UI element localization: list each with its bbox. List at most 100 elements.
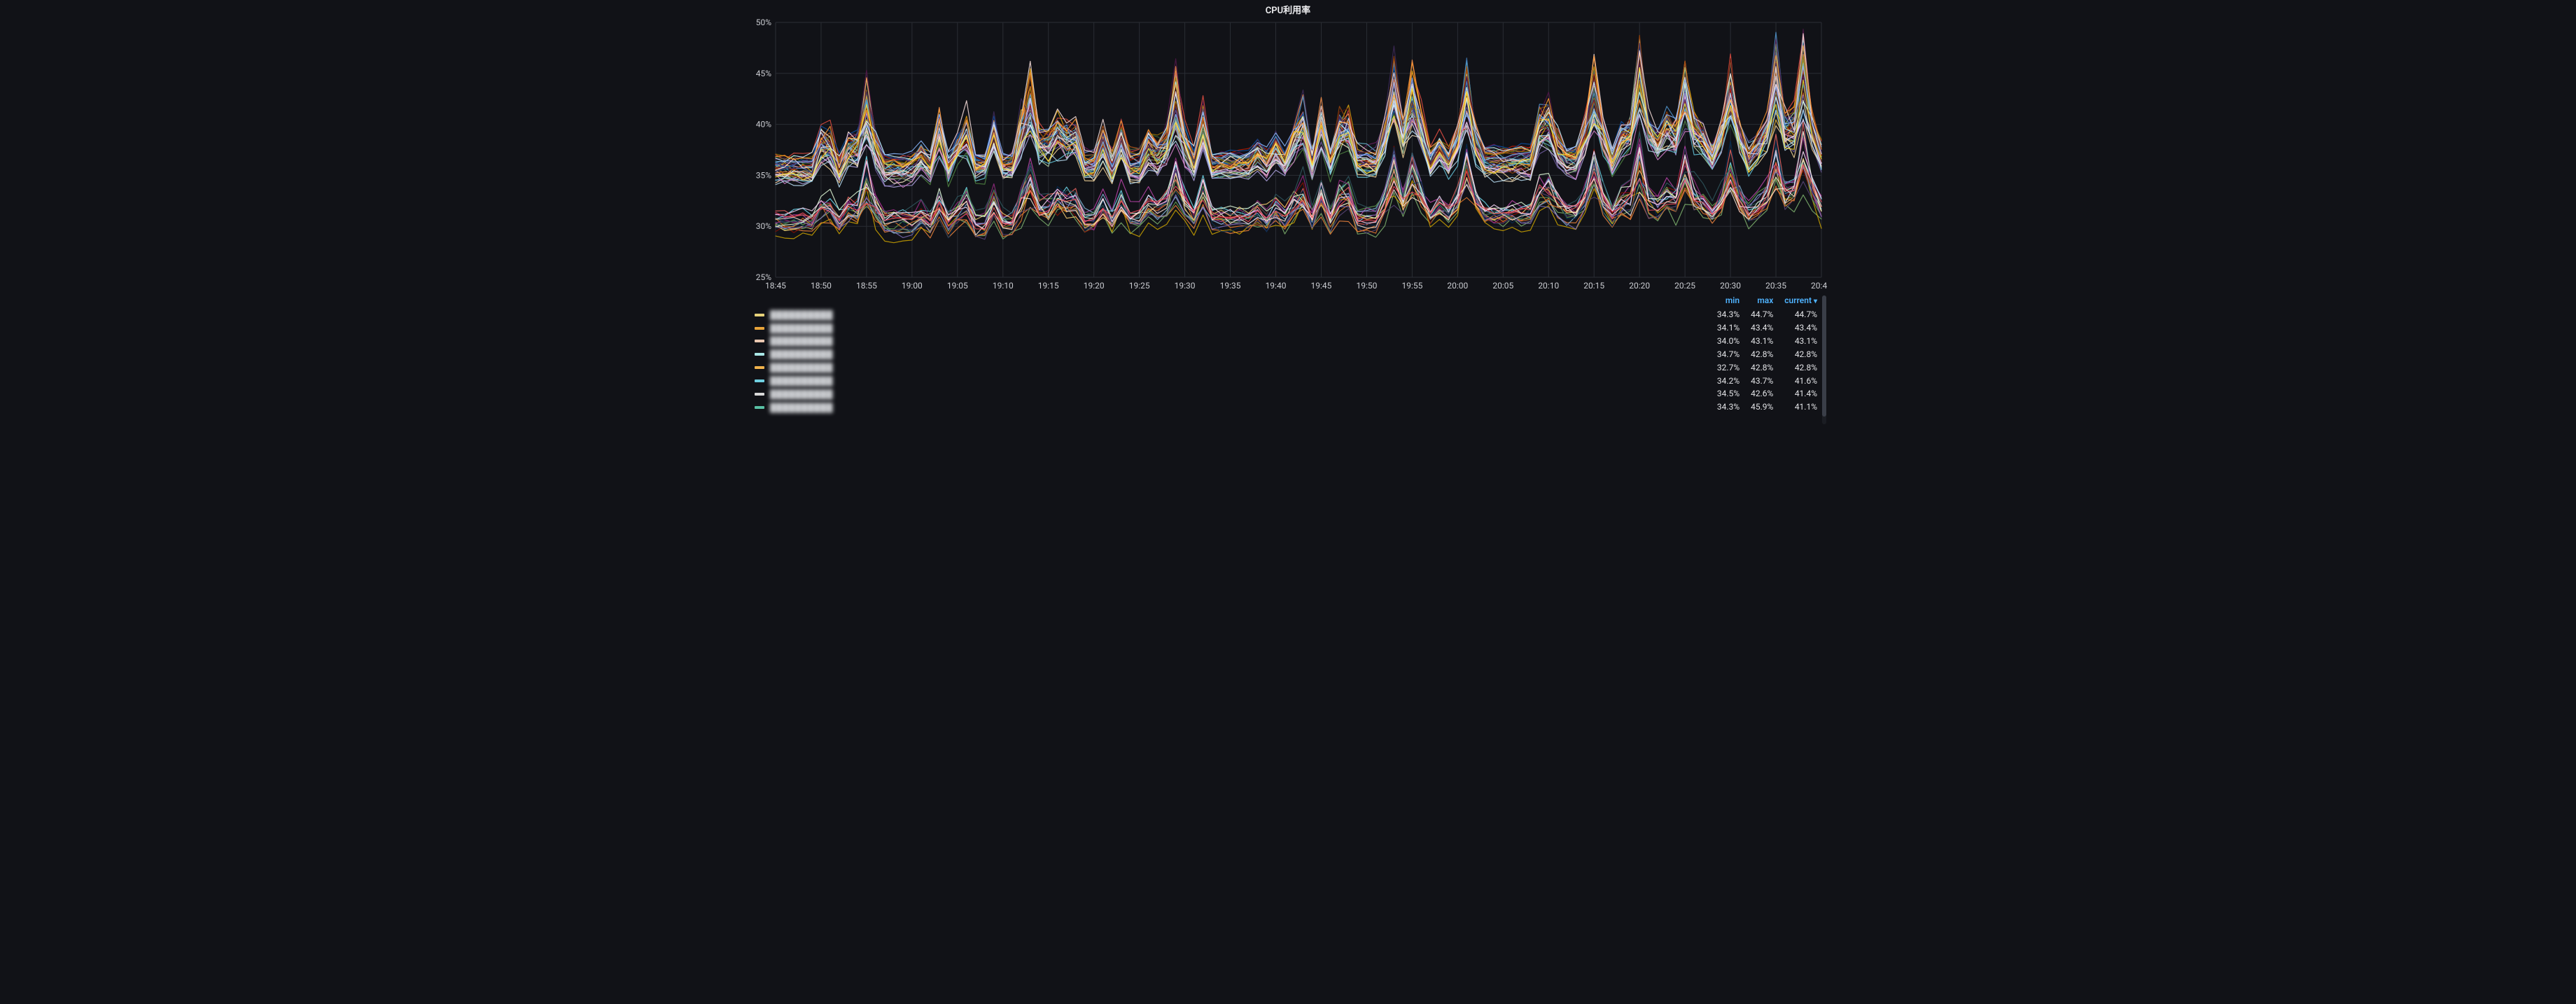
x-tick-label: 20:05 <box>1492 281 1513 291</box>
x-tick-label: 18:50 <box>811 281 832 291</box>
legend-current: 41.1% <box>1779 400 1823 414</box>
legend-area[interactable]: min max current▾ ██████████34.3%44.7%44.… <box>749 294 1827 426</box>
x-tick-label: 20:35 <box>1765 281 1786 291</box>
x-tick-label: 19:25 <box>1129 281 1150 291</box>
legend-min: 34.0% <box>1712 335 1745 348</box>
legend-header-max[interactable]: max <box>1745 294 1779 308</box>
series-group <box>776 29 1821 243</box>
legend-table: min max current▾ ██████████34.3%44.7%44.… <box>749 294 1823 414</box>
legend-header-min[interactable]: min <box>1712 294 1745 308</box>
legend-series-name-cell[interactable]: ██████████ <box>749 335 1712 348</box>
legend-row[interactable]: ██████████34.1%43.4%43.4% <box>749 321 1823 335</box>
x-tick-label: 20:00 <box>1447 281 1468 291</box>
legend-header-current[interactable]: current▾ <box>1779 294 1823 308</box>
x-tick-label: 20:25 <box>1674 281 1695 291</box>
legend-min: 34.1% <box>1712 321 1745 335</box>
y-tick-label: 30% <box>756 221 771 231</box>
legend-swatch <box>755 353 764 356</box>
timeseries-chart[interactable]: 25%30%35%40%45%50%18:4518:5018:5519:0019… <box>749 18 1827 295</box>
legend-scrollbar[interactable] <box>1822 295 1826 424</box>
legend-series-name-cell[interactable]: ██████████ <box>749 347 1712 361</box>
x-tick-label: 18:55 <box>856 281 877 291</box>
x-tick-label: 20:10 <box>1538 281 1559 291</box>
legend-series-name: ██████████ <box>770 336 833 346</box>
legend-swatch <box>755 327 764 330</box>
legend-header-row: min max current▾ <box>749 294 1823 308</box>
x-tick-label: 19:10 <box>993 281 1014 291</box>
legend-series-name-cell[interactable]: ██████████ <box>749 400 1712 414</box>
legend-series-name-cell[interactable]: ██████████ <box>749 374 1712 387</box>
legend-current: 41.4% <box>1779 387 1823 400</box>
chart-panel: CPU利用率 25%30%35%40%45%50%18:4518:5018:55… <box>743 0 1833 426</box>
x-tick-label: 19:05 <box>947 281 968 291</box>
legend-max: 42.6% <box>1745 387 1779 400</box>
legend-row[interactable]: ██████████ 34.2%43.7%41.6% <box>749 374 1823 387</box>
legend-max: 43.7% <box>1745 374 1779 387</box>
x-tick-label: 19:40 <box>1266 281 1287 291</box>
legend-min: 34.3% <box>1712 308 1745 321</box>
x-tick-label: 18:45 <box>765 281 786 291</box>
x-tick-label: 20:40 <box>1811 281 1827 291</box>
legend-swatch <box>755 406 764 409</box>
x-tick-label: 19:45 <box>1311 281 1332 291</box>
legend-series-name: ██████████ <box>770 323 833 333</box>
legend-series-name-cell[interactable]: ██████████ <box>749 308 1712 321</box>
y-tick-label: 40% <box>756 120 771 130</box>
legend-row[interactable]: ██████████32.7%42.8%42.8% <box>749 361 1823 374</box>
legend-swatch <box>755 314 764 316</box>
legend-min: 34.2% <box>1712 374 1745 387</box>
legend-swatch <box>755 366 764 369</box>
legend-header-current-label: current <box>1784 295 1812 305</box>
x-tick-label: 19:00 <box>902 281 923 291</box>
x-tick-label: 20:15 <box>1583 281 1604 291</box>
legend-swatch <box>755 379 764 382</box>
x-tick-label: 19:35 <box>1220 281 1241 291</box>
x-tick-label: 20:20 <box>1629 281 1650 291</box>
legend-series-name: ██████████ <box>770 403 833 412</box>
x-tick-label: 19:15 <box>1038 281 1059 291</box>
legend-swatch <box>755 393 764 396</box>
legend-min: 32.7% <box>1712 361 1745 374</box>
legend-max: 43.4% <box>1745 321 1779 335</box>
legend-series-name: ██████████ <box>770 349 833 359</box>
legend-current: 43.1% <box>1779 335 1823 348</box>
x-tick-label: 19:50 <box>1356 281 1377 291</box>
legend-current: 44.7% <box>1779 308 1823 321</box>
legend-max: 44.7% <box>1745 308 1779 321</box>
chart-area[interactable]: 25%30%35%40%45%50%18:4518:5018:5519:0019… <box>749 18 1827 295</box>
legend-series-name-cell[interactable]: ██████████ <box>749 321 1712 335</box>
legend-current: 41.6% <box>1779 374 1823 387</box>
legend-row[interactable]: ██████████ 34.3%45.9%41.1% <box>749 400 1823 414</box>
legend-max: 42.8% <box>1745 347 1779 361</box>
legend-scrollbar-thumb[interactable] <box>1822 295 1826 417</box>
legend-max: 42.8% <box>1745 361 1779 374</box>
x-tick-label: 19:55 <box>1401 281 1422 291</box>
y-tick-label: 35% <box>756 170 771 180</box>
legend-min: 34.3% <box>1712 400 1745 414</box>
x-tick-label: 19:30 <box>1175 281 1196 291</box>
legend-series-name-cell[interactable]: ██████████ <box>749 361 1712 374</box>
legend-row[interactable]: ██████████ 34.5%42.6%41.4% <box>749 387 1823 400</box>
legend-max: 45.9% <box>1745 400 1779 414</box>
legend-current: 43.4% <box>1779 321 1823 335</box>
legend-series-name-cell[interactable]: ██████████ <box>749 387 1712 400</box>
legend-min: 34.5% <box>1712 387 1745 400</box>
legend-current: 42.8% <box>1779 361 1823 374</box>
panel-title[interactable]: CPU利用率 <box>743 0 1833 15</box>
legend-row[interactable]: ██████████34.7%42.8%42.8% <box>749 347 1823 361</box>
legend-series-name: ██████████ <box>770 376 833 386</box>
y-tick-label: 50% <box>756 18 771 27</box>
legend-series-name: ██████████ <box>770 310 833 320</box>
x-tick-label: 19:20 <box>1084 281 1105 291</box>
legend-max: 43.1% <box>1745 335 1779 348</box>
legend-swatch <box>755 340 764 342</box>
legend-min: 34.7% <box>1712 347 1745 361</box>
legend-current: 42.8% <box>1779 347 1823 361</box>
legend-series-name: ██████████ <box>770 363 833 372</box>
legend-series-name: ██████████ <box>770 389 833 399</box>
x-tick-label: 20:30 <box>1720 281 1741 291</box>
legend-row[interactable]: ██████████34.3%44.7%44.7% <box>749 308 1823 321</box>
sort-caret-icon: ▾ <box>1814 298 1817 305</box>
legend-row[interactable]: ██████████34.0%43.1%43.1% <box>749 335 1823 348</box>
legend-header-name <box>749 294 1712 308</box>
